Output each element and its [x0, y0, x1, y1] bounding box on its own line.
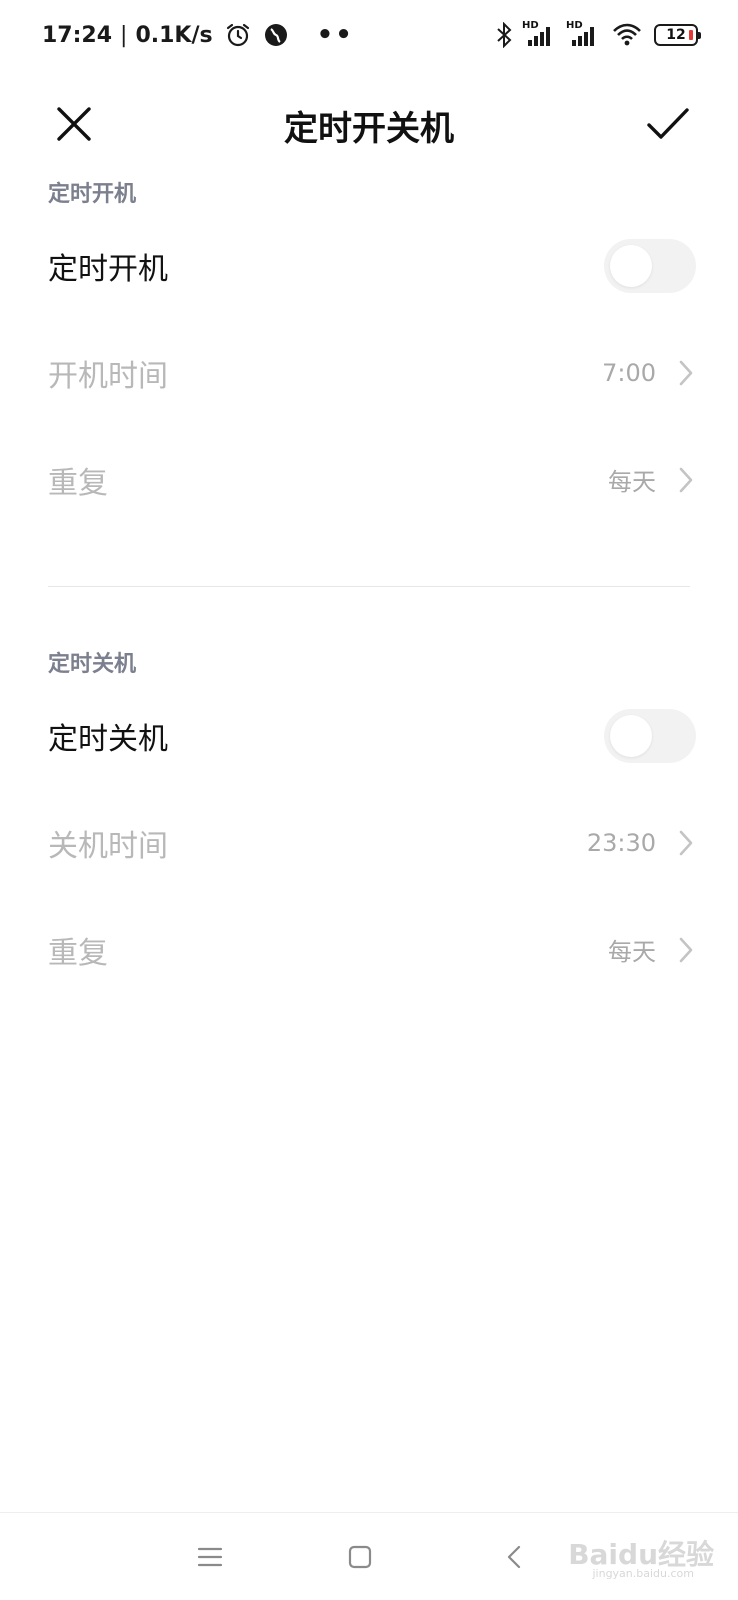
- power-off-toggle-knob: [610, 714, 652, 757]
- status-bar: 17:24 | 0.1K/s •• HD HD 12: [0, 0, 738, 70]
- globe-icon: [263, 22, 289, 48]
- power-off-section-title: 定时关机: [48, 652, 137, 677]
- status-right: HD HD 12: [484, 20, 701, 48]
- power-off-section: 定时关机 定时关机 关机时间 23:30 重复 每天: [0, 642, 738, 1003]
- home-button[interactable]: [336, 1533, 384, 1581]
- back-button[interactable]: [490, 1533, 538, 1581]
- power-off-time-value: 23:30: [586, 828, 656, 857]
- section-divider: [48, 586, 690, 587]
- power-on-toggle[interactable]: [604, 238, 696, 293]
- baidu-watermark-url: jingyan.baidu.com: [592, 1567, 694, 1580]
- power-off-repeat-row[interactable]: 重复 每天: [0, 896, 738, 1003]
- battery-low-indicator: [689, 30, 693, 40]
- close-icon: [57, 107, 91, 141]
- signal-sim2-icon: HD: [566, 20, 600, 48]
- power-off-toggle[interactable]: [604, 708, 696, 763]
- power-off-repeat-value: 每天: [608, 938, 656, 966]
- status-time: 17:24: [42, 22, 113, 48]
- signal-sim1-icon: HD: [522, 20, 556, 48]
- battery-level: 12: [666, 27, 686, 43]
- power-off-time-label: 关机时间: [48, 828, 168, 864]
- power-off-time-row[interactable]: 关机时间 23:30: [0, 789, 738, 896]
- power-on-time-label: 开机时间: [48, 358, 168, 394]
- power-on-toggle-label: 定时开机: [48, 251, 168, 287]
- alarm-icon: [225, 22, 251, 48]
- more-notifications-icon: ••: [316, 20, 354, 50]
- checkmark-icon: [647, 108, 689, 139]
- power-off-repeat-label: 重复: [48, 935, 108, 971]
- power-off-toggle-row[interactable]: 定时关机: [0, 682, 738, 789]
- power-on-section-title: 定时开机: [48, 182, 137, 207]
- chevron-right-icon: [678, 358, 696, 388]
- power-on-repeat-row[interactable]: 重复 每天: [0, 426, 738, 533]
- menu-icon: [197, 1547, 223, 1567]
- home-icon: [348, 1545, 372, 1569]
- power-on-time-row[interactable]: 开机时间 7:00: [0, 319, 738, 426]
- status-separator: |: [120, 22, 128, 48]
- power-on-toggle-knob: [610, 244, 652, 287]
- chevron-right-icon: [678, 465, 696, 495]
- power-on-time-value: 7:00: [602, 358, 656, 387]
- bluetooth-icon: [496, 22, 512, 48]
- wifi-icon: [612, 22, 642, 48]
- chevron-right-icon: [678, 935, 696, 965]
- close-button[interactable]: [50, 100, 98, 148]
- chevron-right-icon: [678, 828, 696, 858]
- power-on-repeat-label: 重复: [48, 465, 108, 501]
- menu-button[interactable]: [186, 1533, 234, 1581]
- screen: 17:24 | 0.1K/s •• HD HD 12 定时开关机 定时开机 定时…: [0, 0, 738, 1600]
- power-off-toggle-label: 定时关机: [48, 721, 168, 757]
- back-icon: [507, 1545, 521, 1569]
- power-on-section: 定时开机 定时开机 开机时间 7:00 重复 每天: [0, 172, 738, 533]
- title-bar: 定时开关机: [0, 70, 738, 180]
- navigation-bar: Baidu经验 jingyan.baidu.com: [0, 1512, 738, 1600]
- confirm-button[interactable]: [642, 100, 694, 148]
- power-on-repeat-value: 每天: [608, 468, 656, 496]
- network-speed: 0.1K/s: [135, 22, 213, 48]
- page-title: 定时开关机: [284, 108, 454, 149]
- status-left: 17:24 | 0.1K/s ••: [42, 22, 354, 48]
- power-on-toggle-row[interactable]: 定时开机: [0, 212, 738, 319]
- battery-icon: 12: [654, 24, 701, 46]
